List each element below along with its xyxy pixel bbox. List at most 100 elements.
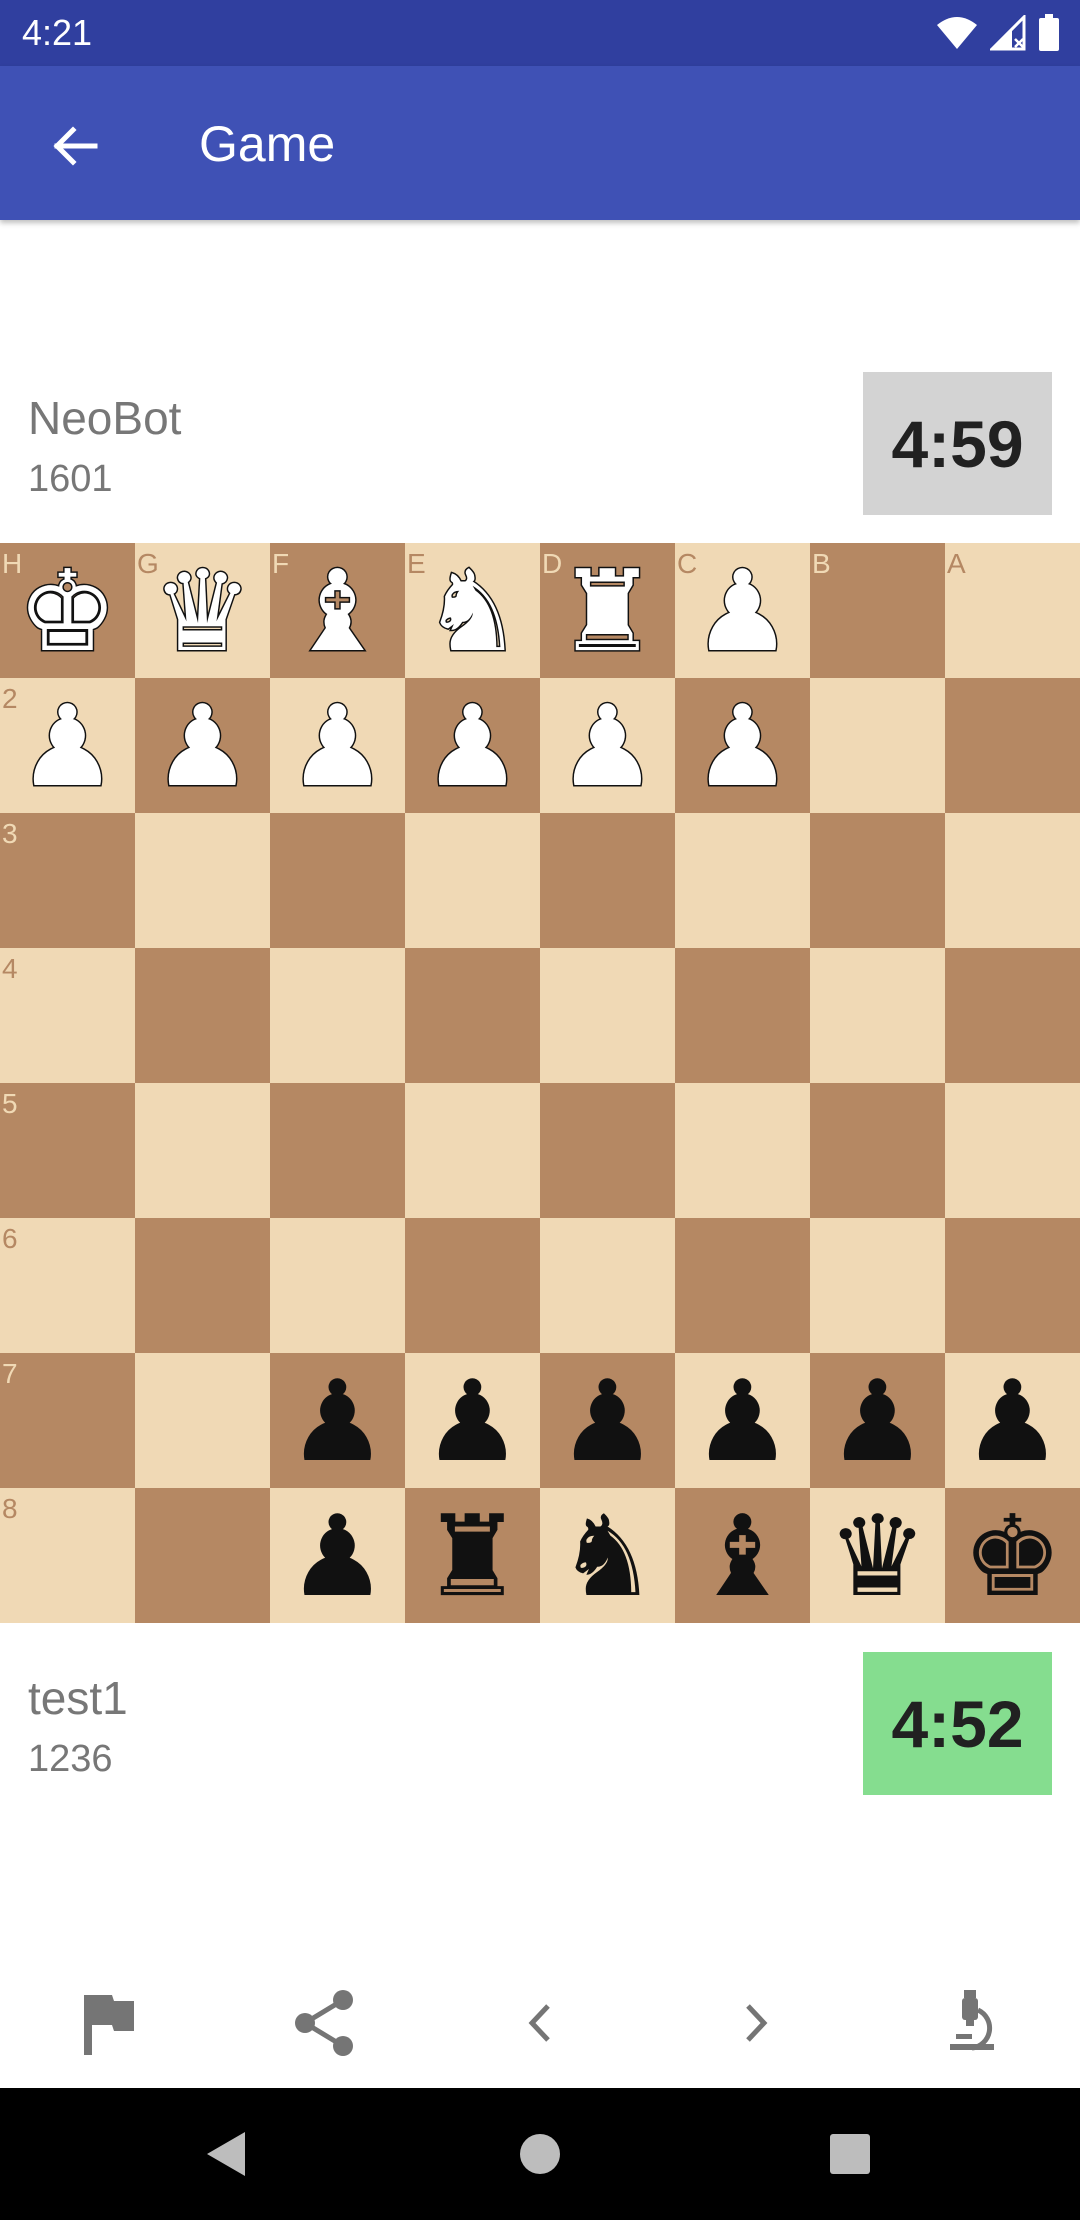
board-square[interactable]: ♟ xyxy=(540,678,675,813)
board-square[interactable] xyxy=(135,813,270,948)
white-pawn-piece[interactable]: ♟ xyxy=(16,689,119,804)
board-square[interactable] xyxy=(675,1083,810,1218)
chess-board[interactable]: H ♚ G ♛ F ♝ E ♞ D ♜ C ♟ B A 2 ♟ ♟ ♟ ♟ ♟ ♟ 3 4 5 6 7 ♟ ♟ ♟ ♟ ♟ ♟ 8 ♟ ♜ ♞ ♝ ♛ ♚ xyxy=(0,543,1080,1623)
board-square[interactable] xyxy=(810,1083,945,1218)
system-recents-button[interactable] xyxy=(815,2119,885,2189)
white-pawn-piece[interactable]: ♟ xyxy=(421,689,524,804)
board-square[interactable] xyxy=(810,678,945,813)
board-square[interactable]: 8 xyxy=(0,1488,135,1623)
board-square[interactable]: 2 ♟ xyxy=(0,678,135,813)
black-pawn-piece[interactable]: ♟ xyxy=(692,1366,792,1478)
system-home-button[interactable] xyxy=(505,2119,575,2189)
back-button[interactable] xyxy=(40,111,110,181)
black-king-piece[interactable]: ♚ xyxy=(962,1501,1062,1613)
board-square[interactable]: 7 xyxy=(0,1353,135,1488)
board-square[interactable]: 5 xyxy=(0,1083,135,1218)
board-square[interactable] xyxy=(135,1488,270,1623)
board-square[interactable] xyxy=(135,948,270,1083)
white-queen-piece[interactable]: ♛ xyxy=(151,554,254,669)
board-square[interactable]: ♟ xyxy=(405,1353,540,1488)
board-square[interactable]: ♝ xyxy=(675,1488,810,1623)
board-square[interactable] xyxy=(540,1083,675,1218)
board-square[interactable] xyxy=(405,948,540,1083)
board-square[interactable] xyxy=(135,1353,270,1488)
white-pawn-piece[interactable]: ♟ xyxy=(556,689,659,804)
board-square[interactable]: ♟ xyxy=(135,678,270,813)
black-rook-piece[interactable]: ♜ xyxy=(422,1501,522,1613)
board-square[interactable] xyxy=(810,1218,945,1353)
resign-button[interactable] xyxy=(63,1978,153,2068)
board-square[interactable]: 3 xyxy=(0,813,135,948)
black-knight-piece[interactable]: ♞ xyxy=(557,1501,657,1613)
board-square[interactable] xyxy=(945,948,1080,1083)
black-bishop-piece[interactable]: ♝ xyxy=(692,1501,792,1613)
next-move-button[interactable] xyxy=(711,1978,801,2068)
board-square[interactable] xyxy=(675,1218,810,1353)
board-square[interactable]: A xyxy=(945,543,1080,678)
board-square[interactable]: ♟ xyxy=(270,678,405,813)
white-pawn-piece[interactable]: ♟ xyxy=(286,689,389,804)
board-square[interactable]: ♜ xyxy=(405,1488,540,1623)
white-pawn-piece[interactable]: ♟ xyxy=(691,554,794,669)
black-pawn-piece[interactable]: ♟ xyxy=(962,1366,1062,1478)
board-square[interactable]: ♟ xyxy=(810,1353,945,1488)
board-square[interactable] xyxy=(945,678,1080,813)
share-button[interactable] xyxy=(279,1978,369,2068)
board-square[interactable]: ♟ xyxy=(540,1353,675,1488)
white-pawn-piece[interactable]: ♟ xyxy=(151,689,254,804)
white-bishop-piece[interactable]: ♝ xyxy=(286,554,389,669)
board-square[interactable] xyxy=(405,813,540,948)
black-pawn-piece[interactable]: ♟ xyxy=(557,1366,657,1478)
board-square[interactable] xyxy=(270,948,405,1083)
black-pawn-piece[interactable]: ♟ xyxy=(827,1366,927,1478)
player-name: test1 xyxy=(28,1672,128,1724)
black-pawn-piece[interactable]: ♟ xyxy=(287,1366,387,1478)
board-square[interactable]: ♟ xyxy=(675,1353,810,1488)
board-square[interactable]: ♟ xyxy=(675,678,810,813)
board-square[interactable]: 6 xyxy=(0,1218,135,1353)
board-square[interactable] xyxy=(540,948,675,1083)
board-square[interactable]: ♚ xyxy=(945,1488,1080,1623)
board-square[interactable] xyxy=(945,1218,1080,1353)
white-knight-piece[interactable]: ♞ xyxy=(421,554,524,669)
white-rook-piece[interactable]: ♜ xyxy=(556,554,659,669)
board-square[interactable] xyxy=(945,1083,1080,1218)
board-square[interactable] xyxy=(810,813,945,948)
previous-move-button[interactable] xyxy=(495,1978,585,2068)
board-square[interactable] xyxy=(270,813,405,948)
white-pawn-piece[interactable]: ♟ xyxy=(691,689,794,804)
board-square[interactable]: 4 xyxy=(0,948,135,1083)
board-square[interactable] xyxy=(405,1218,540,1353)
board-coordinate-label: G xyxy=(137,548,159,579)
white-king-piece[interactable]: ♚ xyxy=(16,554,119,669)
board-square[interactable] xyxy=(945,813,1080,948)
black-queen-piece[interactable]: ♛ xyxy=(827,1501,927,1613)
analysis-button[interactable] xyxy=(927,1978,1017,2068)
board-square[interactable]: F ♝ xyxy=(270,543,405,678)
board-square[interactable] xyxy=(135,1218,270,1353)
black-pawn-piece[interactable]: ♟ xyxy=(422,1366,522,1478)
system-back-button[interactable] xyxy=(190,2119,260,2189)
board-square[interactable]: C ♟ xyxy=(675,543,810,678)
board-square[interactable]: B xyxy=(810,543,945,678)
board-square[interactable]: H ♚ xyxy=(0,543,135,678)
board-square[interactable]: ♞ xyxy=(540,1488,675,1623)
board-square[interactable] xyxy=(135,1083,270,1218)
board-square[interactable]: E ♞ xyxy=(405,543,540,678)
board-square[interactable] xyxy=(540,813,675,948)
board-square[interactable] xyxy=(405,1083,540,1218)
board-square[interactable] xyxy=(540,1218,675,1353)
board-square[interactable] xyxy=(675,948,810,1083)
board-square[interactable] xyxy=(270,1083,405,1218)
board-square[interactable] xyxy=(270,1218,405,1353)
board-square[interactable]: D ♜ xyxy=(540,543,675,678)
board-square[interactable]: G ♛ xyxy=(135,543,270,678)
black-pawn-piece[interactable]: ♟ xyxy=(287,1501,387,1613)
board-square[interactable] xyxy=(675,813,810,948)
board-square[interactable]: ♛ xyxy=(810,1488,945,1623)
board-square[interactable]: ♟ xyxy=(270,1488,405,1623)
board-square[interactable] xyxy=(810,948,945,1083)
board-square[interactable]: ♟ xyxy=(270,1353,405,1488)
board-square[interactable]: ♟ xyxy=(945,1353,1080,1488)
board-square[interactable]: ♟ xyxy=(405,678,540,813)
